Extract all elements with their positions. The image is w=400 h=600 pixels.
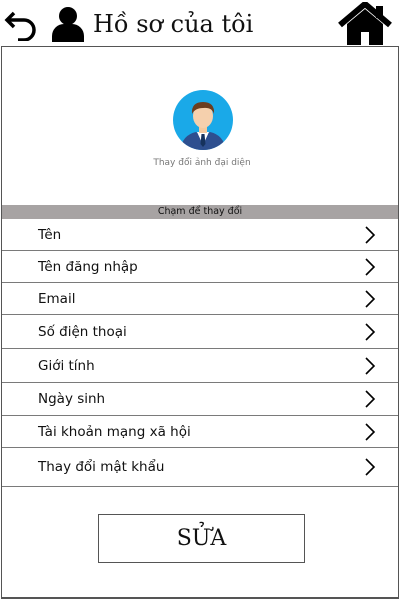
- menu-item-label: Email: [38, 290, 76, 307]
- change-avatar-link[interactable]: Thay đổi ảnh đại diện: [2, 158, 400, 168]
- chevron-right-icon: [365, 390, 376, 408]
- menu-item-phone[interactable]: Số điện thoại: [2, 315, 398, 349]
- menu-item-social-accounts[interactable]: Tài khoản mạng xã hội: [2, 416, 398, 448]
- chevron-right-icon: [365, 289, 376, 308]
- avatar-section: Thay đổi ảnh đại diện: [2, 47, 398, 205]
- menu-item-label: Tên đăng nhập: [38, 258, 138, 275]
- menu-item-label: Thay đổi mật khẩu: [38, 459, 165, 475]
- profile-panel: Thay đổi ảnh đại diện Chạm để thay đổi T…: [1, 46, 399, 599]
- chevron-right-icon: [365, 257, 376, 276]
- menu-item-label: Ngày sinh: [38, 391, 106, 407]
- menu-item-name[interactable]: Tên: [2, 219, 398, 251]
- businessman-avatar-icon[interactable]: [172, 89, 234, 151]
- menu-item-label: Tài khoản mạng xã hội: [38, 423, 191, 440]
- chevron-right-icon: [365, 458, 376, 476]
- menu-item-label: Số điện thoại: [38, 323, 127, 340]
- home-icon[interactable]: [338, 2, 392, 46]
- chevron-right-icon: [365, 422, 376, 441]
- chevron-right-icon: [365, 356, 376, 375]
- back-arrow-icon[interactable]: [4, 5, 40, 41]
- tap-to-change-banner: Chạm để thay đổi: [2, 205, 398, 219]
- chevron-right-icon: [365, 225, 376, 244]
- chevron-right-icon: [365, 322, 376, 341]
- menu-item-username[interactable]: Tên đăng nhập: [2, 251, 398, 283]
- menu-item-label: Tên: [38, 226, 62, 243]
- user-silhouette-icon: [52, 7, 84, 42]
- menu-item-email[interactable]: Email: [2, 283, 398, 315]
- menu-item-change-password[interactable]: Thay đổi mật khẩu: [2, 448, 398, 487]
- menu-item-birthday[interactable]: Ngày sinh: [2, 383, 398, 416]
- menu-item-gender[interactable]: Giới tính: [2, 349, 398, 383]
- edit-button[interactable]: SỬA: [98, 514, 305, 563]
- page-title: Hồ sơ của tôi: [93, 10, 254, 38]
- app-header: Hồ sơ của tôi: [0, 0, 400, 46]
- menu-item-label: Giới tính: [38, 357, 95, 374]
